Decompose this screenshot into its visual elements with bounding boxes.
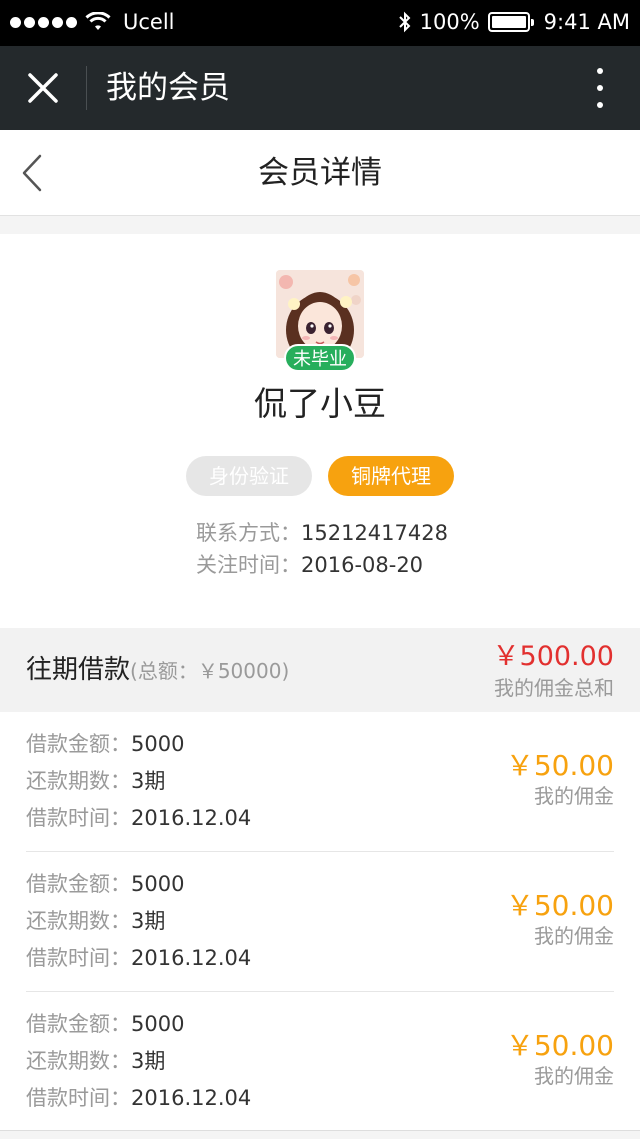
loan-periods-value: 3期 — [131, 769, 166, 793]
graduation-status-badge: 未毕业 — [284, 344, 356, 372]
battery-percent: 100% — [419, 10, 480, 34]
commission-amount: ￥50.00 — [505, 1029, 614, 1062]
loan-amount-value: 5000 — [131, 732, 185, 756]
loan-time-row: 借款时间：2016.12.04 — [26, 803, 251, 833]
close-icon — [28, 73, 58, 103]
app-bar-divider — [86, 66, 87, 110]
bottom-edge — [0, 1130, 640, 1139]
commission-total-amount: ￥500.00 — [492, 641, 614, 672]
contact-value[interactable]: 15212417428 — [301, 521, 448, 545]
commission-amount: ￥50.00 — [505, 749, 614, 782]
loan-amount-row: 借款金额：5000 — [26, 1009, 184, 1039]
app-bar-title: 我的会员 — [106, 70, 230, 106]
loan-time-value: 2016.12.04 — [131, 946, 252, 970]
loan-amount-value: 5000 — [131, 1012, 185, 1036]
loan-periods-value: 3期 — [131, 1049, 166, 1073]
loan-periods-row: 还款期数：3期 — [26, 766, 165, 796]
page-title: 会员详情 — [258, 155, 382, 191]
follow-date-label: 关注时间： — [196, 553, 301, 577]
carrier-name: Ucell — [123, 10, 175, 34]
list-item[interactable]: 借款金额：5000 还款期数：3期 借款时间：2016.12.04 ￥50.00… — [0, 992, 640, 1132]
clock: 9:41 AM — [543, 10, 630, 34]
loan-amount-row: 借款金额：5000 — [26, 869, 184, 899]
loan-periods-label: 还款期数： — [26, 1049, 131, 1073]
past-loans-header: 往期借款(总额：￥50000) ￥500.00 我的佣金总和 — [0, 628, 640, 712]
loan-time-label: 借款时间： — [26, 806, 131, 830]
commission-label: 我的佣金 — [534, 1064, 614, 1088]
loan-time-row: 借款时间：2016.12.04 — [26, 943, 251, 973]
commission-total-label: 我的佣金总和 — [494, 676, 614, 700]
commission-label: 我的佣金 — [534, 784, 614, 808]
status-bar: Ucell 100% 9:41 AM — [0, 0, 640, 46]
section-title: 往期借款(总额：￥50000) — [26, 652, 289, 689]
loan-amount-label: 借款金额： — [26, 1012, 131, 1036]
past-loans-title: 往期借款 — [26, 655, 131, 685]
close-button[interactable] — [18, 66, 68, 110]
loan-time-value: 2016.12.04 — [131, 806, 252, 830]
nav-header: 会员详情 — [0, 130, 640, 216]
status-right: 100% 9:41 AM — [398, 10, 630, 34]
loan-amount-label: 借款金额： — [26, 872, 131, 896]
contact-row: 联系方式：15212417428 — [196, 518, 448, 548]
loan-amount-row: 借款金额：5000 — [26, 729, 184, 759]
app-bar: 我的会员 — [0, 46, 640, 130]
status-left: Ucell — [10, 10, 175, 34]
loan-periods-row: 还款期数：3期 — [26, 1046, 165, 1076]
list-item[interactable]: 借款金额：5000 还款期数：3期 借款时间：2016.12.04 ￥50.00… — [0, 712, 640, 852]
loan-time-value: 2016.12.04 — [131, 1086, 252, 1110]
more-vertical-icon — [597, 68, 603, 74]
contact-label: 联系方式： — [196, 521, 301, 545]
wifi-icon — [85, 12, 111, 30]
loan-time-label: 借款时间： — [26, 1086, 131, 1110]
agent-level-tag[interactable]: 铜牌代理 — [328, 456, 454, 496]
loan-total: (总额：￥50000) — [130, 659, 290, 683]
commission-label: 我的佣金 — [534, 924, 614, 948]
loan-list: 借款金额：5000 还款期数：3期 借款时间：2016.12.04 ￥50.00… — [0, 712, 640, 1130]
list-item[interactable]: 借款金额：5000 还款期数：3期 借款时间：2016.12.04 ￥50.00… — [0, 852, 640, 992]
loan-periods-row: 还款期数：3期 — [26, 906, 165, 936]
loan-time-label: 借款时间： — [26, 946, 131, 970]
identity-verification-tag[interactable]: 身份验证 — [186, 456, 312, 496]
more-button[interactable] — [590, 68, 610, 108]
loan-periods-label: 还款期数： — [26, 769, 131, 793]
bluetooth-icon — [398, 11, 411, 33]
signal-dots-icon — [10, 16, 77, 28]
member-profile-card: 未毕业 侃了小豆 身份验证 铜牌代理 联系方式：15212417428 关注时间… — [0, 234, 640, 628]
loan-amount-value: 5000 — [131, 872, 185, 896]
battery-icon — [487, 12, 534, 32]
loan-time-row: 借款时间：2016.12.04 — [26, 1083, 251, 1113]
loan-periods-value: 3期 — [131, 909, 166, 933]
loan-amount-label: 借款金额： — [26, 732, 131, 756]
loan-periods-label: 还款期数： — [26, 909, 131, 933]
follow-date-row: 关注时间：2016-08-20 — [196, 550, 423, 580]
follow-date-value: 2016-08-20 — [301, 553, 424, 577]
member-name: 侃了小豆 — [254, 384, 386, 423]
commission-amount: ￥50.00 — [505, 889, 614, 922]
